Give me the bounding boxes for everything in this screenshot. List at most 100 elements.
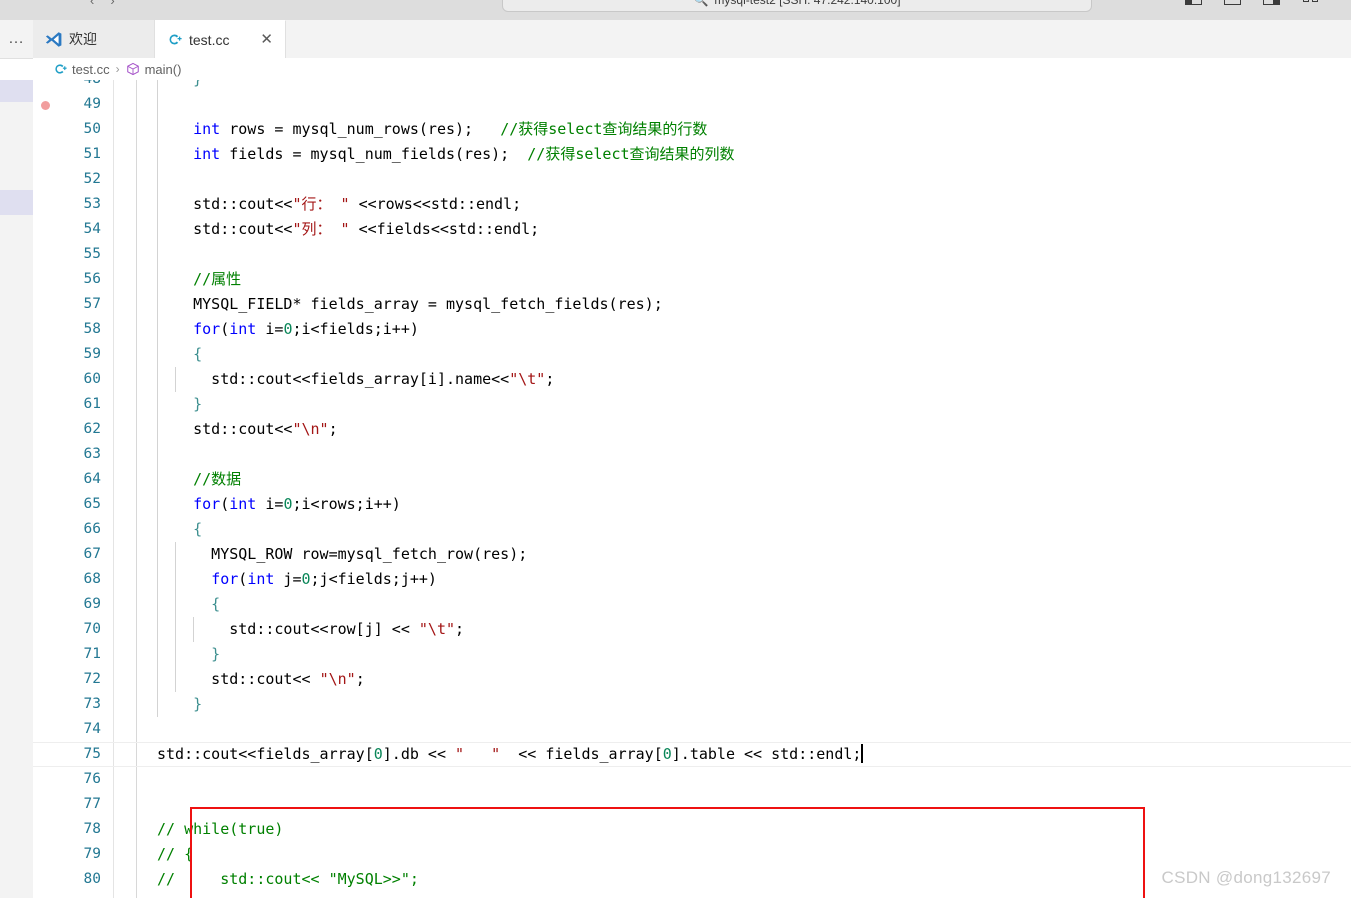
code-token: int — [229, 495, 257, 513]
code-line[interactable]: 49 — [33, 92, 1351, 117]
code-line[interactable]: 58 for(int i=0;i<fields;i++) — [33, 317, 1351, 342]
code-line[interactable]: 67 MYSQL_ROW row=mysql_fetch_row(res); — [33, 542, 1351, 567]
code-text: } — [157, 692, 202, 717]
code-text: std::cout<<fields_array[i].name<<"\t"; — [157, 367, 554, 392]
code-line[interactable]: 61 } — [33, 392, 1351, 417]
code-text: { — [157, 342, 202, 367]
code-line[interactable]: 69 { — [33, 592, 1351, 617]
code-line[interactable]: 60 std::cout<<fields_array[i].name<<"\t"… — [33, 367, 1351, 392]
code-line[interactable]: 79 // { — [33, 842, 1351, 867]
toggle-panel-icon[interactable] — [1224, 0, 1241, 5]
code-token: for — [211, 570, 239, 588]
code-token: ;i<rows;i++) — [292, 495, 401, 513]
code-line[interactable]: 80 // std::cout<< "MySQL>>"; — [33, 867, 1351, 892]
line-number: 72 — [83, 671, 101, 687]
code-token: ;i<fields;i++) — [292, 320, 419, 338]
customize-layout-icon[interactable] — [1302, 0, 1319, 5]
code-token: 0 — [373, 745, 383, 763]
code-line[interactable]: 77 — [33, 792, 1351, 817]
editor-overview-strip[interactable] — [0, 80, 34, 898]
code-token: //属性 — [193, 270, 242, 288]
breadcrumb: test.cc › main() — [33, 58, 1351, 80]
breadcrumb-item-symbol[interactable]: main() — [126, 61, 182, 77]
vscode-window: ‹ › 🔍 mysql-test2 [SSH: 47.242.140.100] — [0, 0, 1351, 898]
code-line[interactable]: 62 std::cout<<"\n"; — [33, 417, 1351, 442]
line-number: 77 — [83, 796, 101, 812]
code-text: std::cout<<"\n"; — [157, 417, 338, 442]
code-text: //属性 — [157, 267, 241, 292]
line-number: 58 — [83, 321, 101, 337]
code-line[interactable]: 53 std::cout<<"行： " <<rows<<std::endl; — [33, 192, 1351, 217]
code-line[interactable]: 59 { — [33, 342, 1351, 367]
line-number: 63 — [83, 446, 101, 462]
tab-test-cc[interactable]: test.cc ✕ — [155, 20, 286, 58]
tab-label: test.cc — [189, 31, 230, 48]
code-line[interactable]: 76 — [33, 767, 1351, 792]
code-line[interactable]: 63 — [33, 442, 1351, 467]
indent-guide — [157, 167, 158, 192]
code-line[interactable]: 51 int fields = mysql_num_fields(res); /… — [33, 142, 1351, 167]
line-number: 65 — [83, 496, 101, 512]
command-center[interactable]: 🔍 mysql-test2 [SSH: 47.242.140.100] — [502, 0, 1092, 12]
code-text: std::cout<<row[j] << "\t"; — [157, 617, 464, 642]
code-token: "行： " — [292, 195, 350, 213]
code-line[interactable]: 48 } — [33, 80, 1351, 92]
code-token: int — [229, 320, 257, 338]
symbol-method-icon — [126, 62, 140, 77]
line-number: 54 — [83, 221, 101, 237]
code-token: MYSQL_FIELD* fields_array = mysql_fetch_… — [157, 295, 663, 313]
code-line-container: 48 } 49 50 int rows = mysql_num_rows(res);… — [33, 80, 1351, 892]
back-arrow-icon[interactable]: ‹ — [90, 0, 94, 7]
code-line[interactable]: 73 } — [33, 692, 1351, 717]
code-line[interactable]: 65 for(int i=0;i<rows;i++) — [33, 492, 1351, 517]
line-number: 55 — [83, 246, 101, 262]
code-line[interactable]: 55 — [33, 242, 1351, 267]
forward-arrow-icon[interactable]: › — [110, 0, 114, 7]
code-line[interactable]: 74 — [33, 717, 1351, 742]
code-line[interactable]: 64 //数据 — [33, 467, 1351, 492]
toggle-secondary-sidebar-icon[interactable] — [1263, 0, 1280, 5]
toggle-primary-sidebar-icon[interactable] — [1185, 0, 1202, 5]
code-token: "\t" — [418, 620, 456, 638]
line-number: 49 — [83, 96, 101, 112]
code-line[interactable]: 75 std::cout<<fields_array[0].db << " " <… — [33, 742, 1351, 767]
code-line[interactable]: 56 //属性 — [33, 267, 1351, 292]
code-token: 0 — [662, 745, 672, 763]
code-line[interactable]: 52 — [33, 167, 1351, 192]
code-token: <<fields<<std::endl; — [349, 220, 540, 238]
line-number: 79 — [83, 846, 101, 862]
code-text: std::cout<<fields_array[0].db << " " << … — [157, 742, 864, 767]
code-line[interactable]: 78 // while(true) — [33, 817, 1351, 842]
code-line[interactable]: 50 int rows = mysql_num_rows(res); //获得s… — [33, 117, 1351, 142]
cpp-file-icon — [167, 32, 182, 47]
code-line[interactable]: 68 for(int j=0;j<fields;j++) — [33, 567, 1351, 592]
chevron-right-icon: › — [115, 62, 120, 76]
code-token: j= — [274, 570, 302, 588]
line-number: 70 — [83, 621, 101, 637]
code-text: std::cout<<"行： " <<rows<<std::endl; — [157, 192, 521, 217]
code-token: //数据 — [193, 470, 242, 488]
line-number: 59 — [83, 346, 101, 362]
breadcrumb-label: main() — [144, 61, 182, 77]
code-line[interactable]: 70 std::cout<<row[j] << "\t"; — [33, 617, 1351, 642]
code-line[interactable]: 71 } — [33, 642, 1351, 667]
close-icon[interactable]: ✕ — [246, 32, 273, 47]
code-token: // { — [157, 845, 194, 863]
breadcrumb-item-file[interactable]: test.cc — [53, 62, 110, 77]
code-editor[interactable]: 48 } 49 50 int rows = mysql_num_rows(res);… — [33, 80, 1351, 898]
tab-welcome[interactable]: 欢迎 — [33, 20, 155, 58]
tabs-overflow-button[interactable]: … — [0, 20, 33, 58]
code-text: int fields = mysql_num_fields(res); //获得… — [157, 142, 734, 167]
code-line[interactable]: 66 { — [33, 517, 1351, 542]
code-token: ].db << — [382, 745, 456, 763]
code-token: ( — [238, 570, 248, 588]
code-line[interactable]: 57 MYSQL_FIELD* fields_array = mysql_fet… — [33, 292, 1351, 317]
indent-guide — [157, 442, 158, 467]
code-line[interactable]: 72 std::cout<< "\n"; — [33, 667, 1351, 692]
code-line[interactable]: 54 std::cout<<"列： " <<fields<<std::endl; — [33, 217, 1351, 242]
code-token: { — [157, 345, 203, 363]
